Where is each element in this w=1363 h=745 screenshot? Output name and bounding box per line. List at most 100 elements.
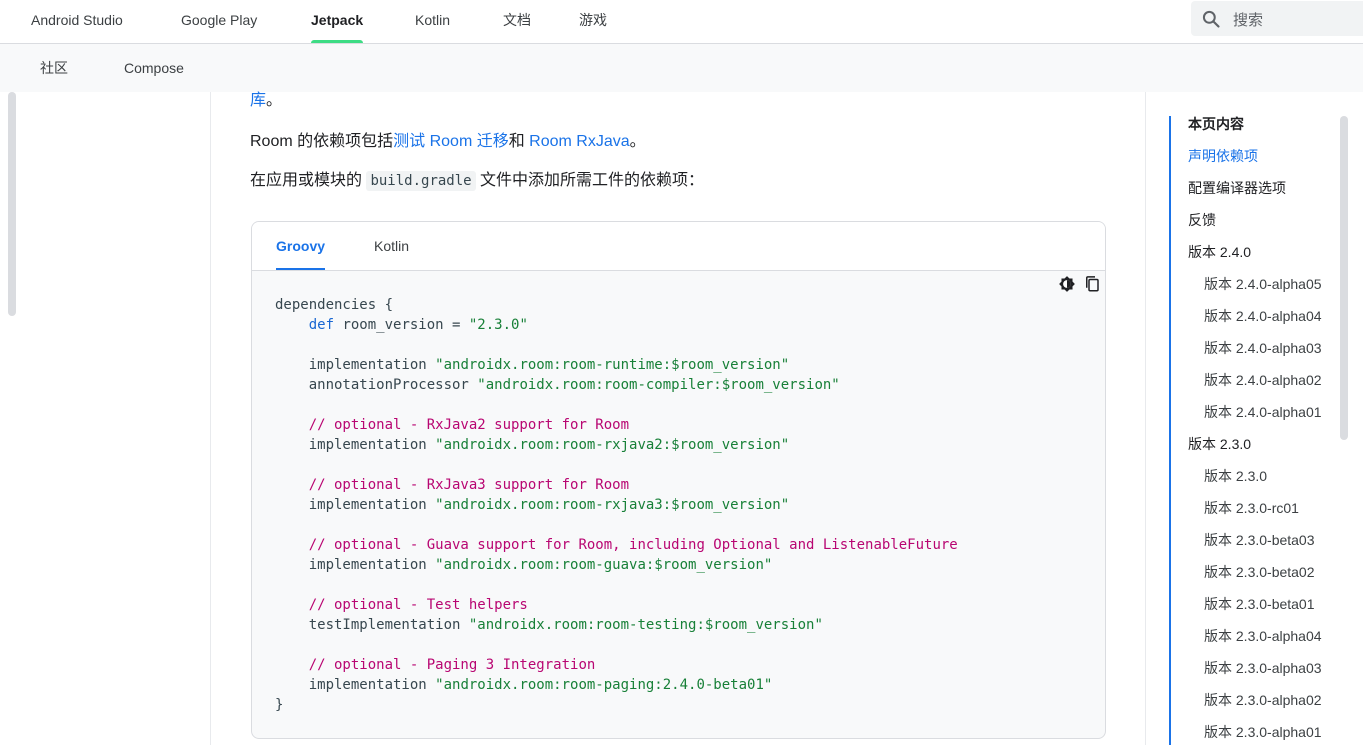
code-token-cm: // optional - Guava support for Room, in… [308, 537, 958, 553]
code-line: // optional - RxJava2 support for Room [275, 417, 629, 433]
toc-item[interactable]: 版本 2.3.0-beta01 [1204, 594, 1315, 614]
paragraph-text: 在应用或模块的 [250, 172, 367, 189]
paragraph-text: Room 的依赖项包括 [250, 133, 394, 150]
search-box[interactable] [1191, 1, 1363, 36]
toc-item[interactable]: 声明依赖项 [1188, 146, 1258, 166]
code-token-plain: implementation [275, 357, 436, 373]
inline-code-build-gradle: build.gradle [366, 171, 476, 191]
search-icon[interactable] [1201, 9, 1221, 29]
code-token-plain: implementation [275, 677, 436, 693]
code-line: testImplementation "androidx.room:room-t… [275, 617, 823, 633]
sub-tab-community[interactable]: 社区 [40, 44, 68, 92]
toc-item[interactable]: 反馈 [1188, 210, 1216, 230]
left-nav-divider [210, 92, 211, 745]
code-line: def room_version = "2.3.0" [275, 317, 528, 333]
code-block: dependencies { def room_version = "2.3.0… [275, 295, 958, 715]
paragraph-library: 库。 [250, 86, 282, 110]
code-token-plain: implementation [275, 557, 436, 573]
code-token-plain: testImplementation [275, 617, 469, 633]
paragraph-text: 和 [508, 133, 530, 150]
toc-item[interactable]: 版本 2.3.0-alpha03 [1204, 658, 1322, 678]
toc-title: 本页内容 [1188, 116, 1244, 132]
copy-icon[interactable] [1083, 275, 1101, 293]
top-tab-docs[interactable]: 文档 [503, 0, 531, 43]
left-nav-scrollbar[interactable] [8, 92, 16, 316]
theme-toggle-icon[interactable] [1058, 275, 1076, 293]
code-tab-kotlin[interactable]: Kotlin [374, 222, 409, 269]
code-token-cm: // optional - RxJava3 support for Room [308, 477, 630, 493]
code-widget: Groovy Kotlin dependencies { def room_ve… [251, 221, 1106, 739]
toc-item[interactable]: 版本 2.4.0 [1188, 242, 1251, 262]
room-rxjava-link[interactable]: Room RxJava [529, 133, 629, 150]
toc-item[interactable]: 版本 2.3.0 [1204, 466, 1267, 486]
code-line: // optional - Guava support for Room, in… [275, 537, 958, 553]
top-tab-games[interactable]: 游戏 [579, 0, 607, 43]
top-tab-kotlin[interactable]: Kotlin [415, 0, 450, 43]
code-token-str: "androidx.room:room-guava:$room_version" [435, 557, 773, 573]
code-token-plain: implementation [275, 437, 436, 453]
sub-tab-compose[interactable]: Compose [124, 44, 184, 92]
code-token-cm: // optional - RxJava2 support for Room [308, 417, 630, 433]
code-line: } [275, 697, 283, 713]
test-room-migration-link[interactable]: 测试 Room 迁移 [393, 133, 509, 150]
toc-item[interactable]: 配置编译器选项 [1188, 178, 1286, 198]
code-token-plain: annotationProcessor [275, 377, 478, 393]
code-token-str: "androidx.room:room-paging:2.4.0-beta01" [435, 677, 773, 693]
toc-indicator [1169, 116, 1171, 745]
code-token-str: "androidx.room:room-compiler:$room_versi… [477, 377, 840, 393]
code-line: dependencies { [275, 297, 393, 313]
toc-item[interactable]: 版本 2.4.0-alpha03 [1204, 338, 1322, 358]
code-token-str: "androidx.room:room-rxjava3:$room_versio… [435, 497, 790, 513]
toc-item[interactable]: 版本 2.4.0-alpha05 [1204, 274, 1322, 294]
code-token-plain: room_version = [334, 317, 469, 333]
code-tab-groovy[interactable]: Groovy [276, 222, 326, 270]
code-line: annotationProcessor "androidx.room:room-… [275, 377, 840, 393]
library-link[interactable]: 库 [250, 92, 266, 109]
toc-item[interactable]: 版本 2.4.0-alpha04 [1204, 306, 1322, 326]
code-line: implementation "androidx.room:room-rxjav… [275, 437, 789, 453]
toc-item[interactable]: 版本 2.3.0-alpha02 [1204, 690, 1322, 710]
code-token-plain: dependencies { [275, 297, 394, 313]
toc-item[interactable]: 版本 2.3.0-beta02 [1204, 562, 1315, 582]
toc-scrollbar[interactable] [1340, 116, 1348, 440]
top-nav: Android Studio Google Play Jetpack Kotli… [0, 0, 1363, 44]
code-line: implementation "androidx.room:room-rxjav… [275, 497, 789, 513]
toc-item[interactable]: 版本 2.3.0-alpha01 [1204, 722, 1322, 742]
toc-divider [1145, 92, 1146, 745]
paragraph-text: 。 [629, 133, 646, 150]
code-line: // optional - Paging 3 Integration [275, 657, 596, 673]
toc-item[interactable]: 版本 2.4.0-alpha01 [1204, 402, 1322, 422]
code-token-cm: // optional - Test helpers [308, 597, 528, 613]
code-tabs: Groovy Kotlin [252, 222, 1105, 271]
paragraph-text: 文件中添加所需工件的依赖项： [475, 172, 705, 189]
search-input[interactable] [1231, 5, 1363, 35]
code-token-str: "androidx.room:room-runtime:$room_versio… [435, 357, 790, 373]
top-tab-google-play[interactable]: Google Play [181, 0, 257, 43]
code-line: implementation "androidx.room:room-runti… [275, 357, 789, 373]
code-token-kw: def [308, 317, 335, 333]
paragraph-text: 。 [266, 92, 283, 109]
code-line: // optional - RxJava3 support for Room [275, 477, 629, 493]
toc-item[interactable]: 版本 2.3.0 [1188, 434, 1251, 454]
code-token-cm: // optional - Paging 3 Integration [308, 657, 596, 673]
code-line: implementation "androidx.room:room-pagin… [275, 677, 773, 693]
top-tab-jetpack[interactable]: Jetpack [311, 0, 364, 43]
sub-nav: 社区 Compose [0, 44, 1363, 92]
top-tab-android-studio[interactable]: Android Studio [31, 0, 123, 43]
code-token-plain: } [275, 697, 284, 713]
code-token-str: "androidx.room:room-rxjava2:$room_versio… [435, 437, 790, 453]
toc-item[interactable]: 版本 2.3.0-alpha04 [1204, 626, 1322, 646]
toc-item[interactable]: 版本 2.3.0-beta03 [1204, 530, 1315, 550]
code-line: implementation "androidx.room:room-guava… [275, 557, 773, 573]
paragraph-add-deps: 在应用或模块的 build.gradle 文件中添加所需工件的依赖项： [250, 166, 705, 191]
toc-item[interactable]: 版本 2.4.0-alpha02 [1204, 370, 1322, 390]
toc-item[interactable]: 版本 2.3.0-rc01 [1204, 498, 1299, 518]
code-token-str: "androidx.room:room-testing:$room_versio… [468, 617, 823, 633]
code-token-str: "2.3.0" [468, 317, 528, 333]
